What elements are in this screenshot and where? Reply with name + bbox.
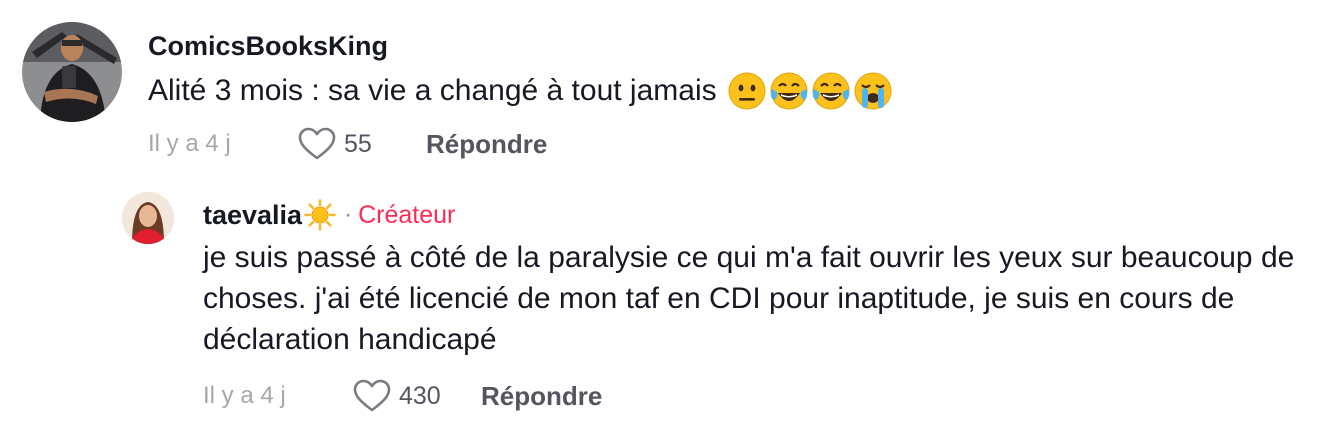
sun-emoji-icon xyxy=(304,199,336,231)
creator-username-row: taevalia · Créateur xyxy=(203,199,455,231)
avatar-image xyxy=(122,192,174,244)
reply-text: je suis passé à côté de la paralysie ce … xyxy=(203,241,1295,356)
avatar-image xyxy=(22,22,122,122)
tears-of-joy-emoji-icon xyxy=(811,71,851,111)
comment-text: Alité 3 mois : sa vie a changé à tout ja… xyxy=(148,70,893,111)
neutral-face-emoji-icon xyxy=(727,71,767,111)
creator-avatar[interactable] xyxy=(122,192,174,244)
reply-like-button[interactable]: 430 xyxy=(353,379,481,413)
loudly-crying-face-emoji-icon xyxy=(853,71,893,111)
creator-badge: Créateur xyxy=(358,200,456,229)
comment-emojis xyxy=(727,71,893,111)
reply-button[interactable]: Répondre xyxy=(481,381,602,412)
reply-timestamp: Il y a 4 j xyxy=(203,382,286,409)
tears-of-joy-emoji-icon xyxy=(769,71,809,111)
comment-meta: Il y a 4 j 55 Répondre xyxy=(148,124,547,164)
heart-icon[interactable] xyxy=(353,379,391,413)
heart-icon[interactable] xyxy=(298,127,336,161)
comment-timestamp: Il y a 4 j xyxy=(148,130,231,157)
creator-username[interactable]: taevalia xyxy=(203,200,302,231)
commenter-avatar[interactable] xyxy=(22,22,122,122)
comment-text-content: Alité 3 mois : sa vie a changé à tout ja… xyxy=(148,74,717,107)
reply-meta: Il y a 4 j 430 Répondre xyxy=(203,376,602,416)
like-count: 55 xyxy=(344,129,372,158)
reply-button[interactable]: Répondre xyxy=(426,129,547,160)
like-count: 430 xyxy=(399,381,441,410)
separator-dot: · xyxy=(344,201,353,228)
comment-like-button[interactable]: 55 xyxy=(298,127,426,161)
commenter-username[interactable]: ComicsBooksKing xyxy=(148,31,388,62)
